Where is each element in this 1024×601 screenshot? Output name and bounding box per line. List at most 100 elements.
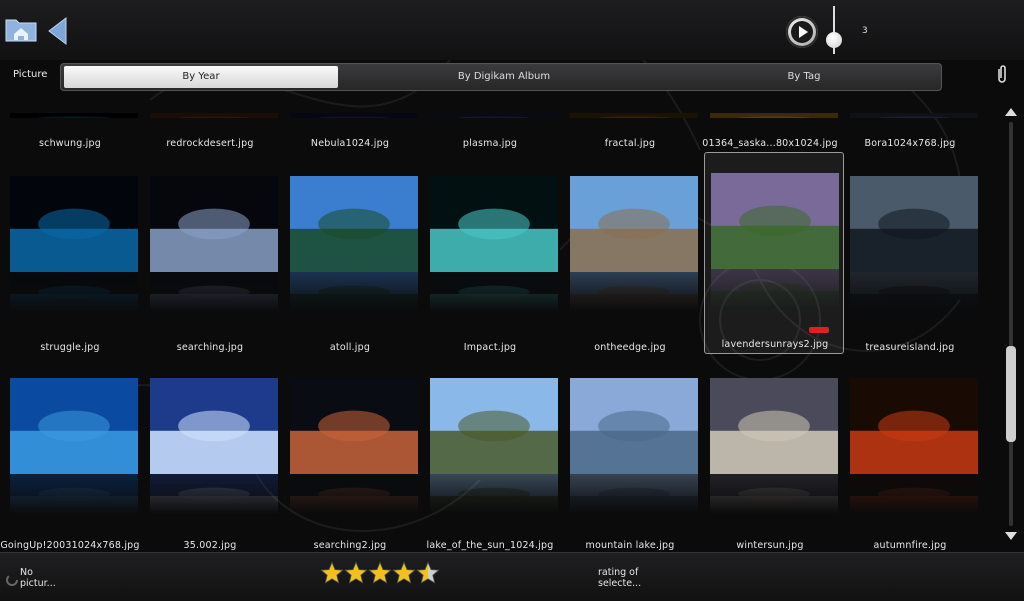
rating-star-icon[interactable] [392,561,416,585]
thumbnail-cell[interactable]: GoingUp!20031024x768.jpg [0,356,140,552]
thumbnail-cell[interactable]: fractal.jpg [560,96,700,149]
thumbnail-cell[interactable]: treasureisland.jpg [840,154,980,353]
status-bar: No pictur... rating of selecte... [0,552,1024,601]
thumbnail-image [850,108,978,118]
thumbnail-filename: Bora1024x768.jpg [864,138,956,149]
browse-mode-tabs: By Year By Digikam Album By Tag [60,63,942,91]
picture-info-text: No pictur... [20,567,56,589]
thumbnail-image [570,176,698,272]
thumbnail-reflection [150,474,278,514]
thumbnail-cell[interactable]: autumnfire.jpg [840,356,980,552]
thumbnail-cell[interactable]: ontheedge.jpg [560,154,700,353]
rating-info-line1: rating of [598,567,639,578]
thumbnail-image [570,108,698,118]
thumbnail-image [150,378,278,474]
thumbnail-image [150,176,278,272]
thumbnail-filename: autumnfire.jpg [873,540,947,551]
thumbnail-reflection [290,272,418,312]
thumbnail-filename: GoingUp!20031024x768.jpg [0,540,140,551]
thumbnail-reflection [570,272,698,312]
thumbnail-cell[interactable]: searching.jpg [140,154,280,353]
loading-spinner-icon [6,574,18,586]
thumbnail-filename: searching2.jpg [313,540,387,551]
thumbnail-filename: fractal.jpg [604,138,656,149]
thumbnail-reflection [10,272,138,312]
thumbnail-reflection [290,474,418,514]
thumbnail-image [430,108,558,118]
back-arrow-icon [48,16,67,46]
thumbnail-reflection [430,272,558,312]
thumbnail-filename: ontheedge.jpg [594,342,666,353]
thumbnail-image [10,108,138,118]
thumbnail-cell[interactable]: Bora1024x768.jpg [840,96,980,149]
thumbnail-filename: lavendersunrays2.jpg [721,339,829,350]
play-icon [791,21,813,43]
tab-by-tag[interactable]: By Tag [660,66,948,88]
slideshow-play-button[interactable] [786,16,818,48]
thumbnail-filename: searching.jpg [176,342,244,353]
thumbnail-cell[interactable]: lake_of_the_sun_1024.jpg [420,356,560,552]
thumbnail-image [290,176,418,272]
thumbnail-reflection [710,474,838,514]
rating-star-icon[interactable] [320,561,344,585]
thumbnail-filename: redrockdesert.jpg [166,138,254,149]
rating-star-icon[interactable] [368,561,392,585]
thumbnail-filename: 01364_saska...80x1024.jpg [702,138,838,149]
thumbnail-image [290,108,418,118]
thumbnail-reflection [430,474,558,514]
thumbnail-image [710,378,838,474]
rating-star-icon[interactable] [416,561,440,585]
thumbnail-reflection [711,269,839,309]
thumbnail-cell-selected[interactable]: lavendersunrays2.jpg [704,152,844,354]
thumbnail-cell[interactable]: 35.002.jpg [140,356,280,552]
thumbnail-grid: schwung.jpg redrockdesert.jpg Nebula1024.j… [0,96,1000,552]
tab-by-year[interactable]: By Year [64,66,338,88]
color-label-tag [809,327,829,333]
thumbnail-filename: mountain lake.jpg [585,540,675,551]
thumbnail-cell[interactable]: searching2.jpg [280,356,420,552]
thumbnail-reflection [850,272,978,312]
thumbnail-filename: lake_of_the_sun_1024.jpg [426,540,554,551]
thumbnail-cell[interactable]: Nebula1024.jpg [280,96,420,149]
thumbnail-image [10,378,138,474]
back-button[interactable] [46,16,68,46]
thumbnail-cell[interactable]: wintersun.jpg [700,356,840,552]
thumbnail-reflection [10,474,138,514]
scroll-up-arrow-icon[interactable] [1005,108,1017,116]
thumbnail-image [710,108,838,118]
scroll-track[interactable] [1009,122,1013,526]
browse-mode-row: Picture By Year By Digikam Album By Tag [0,60,1024,96]
thumbnail-cell[interactable]: plasma.jpg [420,96,560,149]
thumbnail-cell[interactable]: 01364_saska...80x1024.jpg [700,96,840,149]
thumbnail-image [711,173,839,269]
zoom-slider-handle[interactable] [826,32,842,48]
paperclip-icon[interactable] [994,64,1010,86]
thumbnail-filename: plasma.jpg [462,138,518,149]
thumbnail-filename: 35.002.jpg [183,540,237,551]
thumbnail-cell[interactable]: Impact.jpg [420,154,560,353]
top-toolbar: 3 [0,0,1024,60]
thumbnail-reflection [850,474,978,514]
scroll-thumb[interactable] [1006,346,1016,442]
zoom-slider[interactable] [824,6,844,54]
zoom-value: 3 [862,26,868,36]
tab-by-digikam-album[interactable]: By Digikam Album [360,66,648,88]
grid-scrollbar[interactable] [1002,108,1020,540]
thumbnail-filename: treasureisland.jpg [865,342,955,353]
rating-info-text: rating of selecte... [598,567,641,589]
rating-star-icon[interactable] [344,561,368,585]
thumbnail-cell[interactable]: atoll.jpg [280,154,420,353]
thumbnail-filename: wintersun.jpg [736,540,804,551]
home-folder-button[interactable] [4,14,38,44]
thumbnail-cell[interactable]: struggle.jpg [0,154,140,353]
scroll-down-arrow-icon[interactable] [1005,532,1017,540]
picture-info-line1: No [20,567,33,578]
picture-info-line2: pictur... [20,578,56,589]
home-folder-icon [5,19,37,42]
thumbnail-cell[interactable]: schwung.jpg [0,96,140,149]
thumbnail-reflection [570,474,698,514]
thumbnail-image [10,176,138,272]
thumbnail-cell[interactable]: redrockdesert.jpg [140,96,280,149]
thumbnail-filename: Impact.jpg [463,342,517,353]
thumbnail-cell[interactable]: mountain lake.jpg [560,356,700,552]
